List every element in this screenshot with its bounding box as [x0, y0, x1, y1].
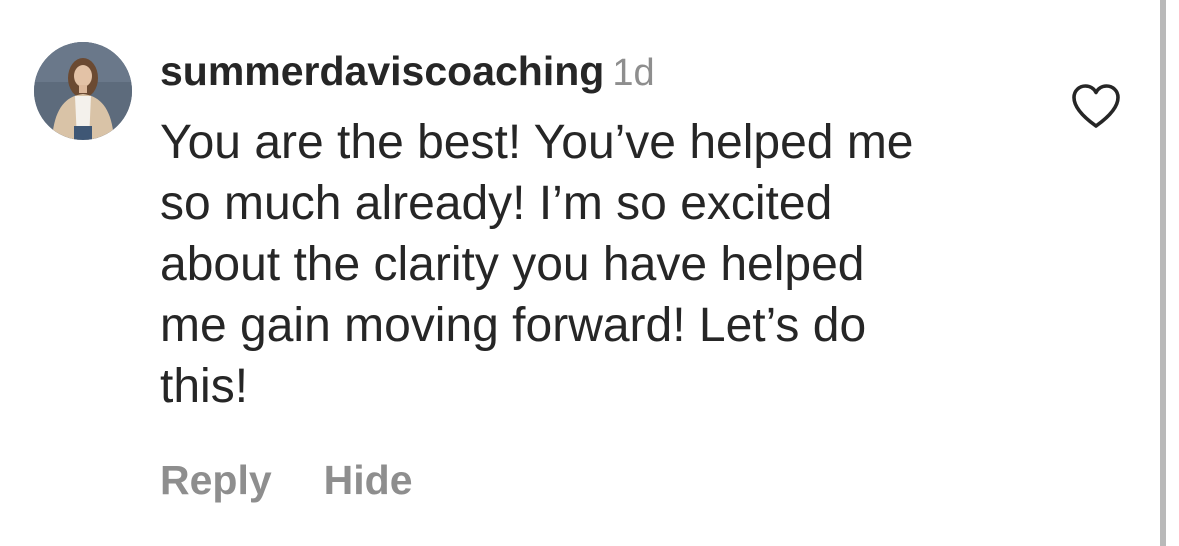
hide-button[interactable]: Hide [324, 452, 413, 508]
like-button[interactable] [1070, 82, 1122, 130]
comment-line: You are the best! You’ve helped me [160, 116, 914, 169]
comment-header: summerdaviscoaching 1d [160, 42, 655, 110]
heart-outline-icon [1072, 84, 1120, 128]
comment-line: this! [160, 360, 249, 413]
username-link[interactable]: summerdaviscoaching [160, 48, 604, 94]
comment-line: about the clarity you have helped [160, 238, 865, 291]
scrollbar[interactable] [1160, 0, 1166, 546]
profile-photo [34, 42, 132, 140]
comment-text: You are the best! You’ve helped me so mu… [160, 112, 1040, 417]
avatar[interactable] [34, 42, 132, 140]
comment-line: me gain moving forward! Let’s do [160, 299, 867, 352]
comment-line: so much already! I’m so excited [160, 177, 833, 230]
comment-actions: Reply Hide [160, 452, 465, 518]
reply-button[interactable]: Reply [160, 452, 272, 508]
timestamp: 1d [612, 52, 655, 94]
comment-item: summerdaviscoaching 1d You are the best! … [0, 0, 1179, 546]
